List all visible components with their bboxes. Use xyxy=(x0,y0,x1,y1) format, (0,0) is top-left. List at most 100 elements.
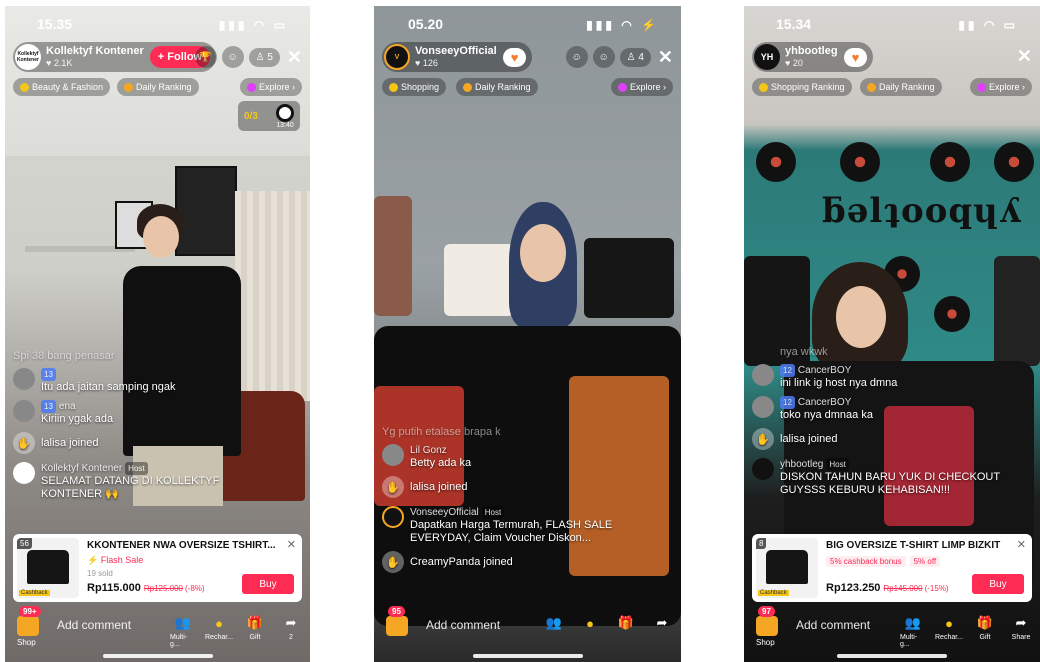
recharge-button[interactable]: ● xyxy=(577,614,603,634)
shop-bag-icon[interactable] xyxy=(17,616,39,636)
shop-bag-icon[interactable] xyxy=(756,616,778,636)
discount-percent: (-15%) xyxy=(924,584,949,593)
multi-guest-button[interactable]: 👥 xyxy=(541,614,567,634)
hanging-tshirt xyxy=(584,238,674,318)
chat-username[interactable]: Lil Gonz xyxy=(410,444,471,457)
fan-club-icon[interactable]: ♥ xyxy=(843,47,868,67)
wave-hand-icon[interactable]: ✋ xyxy=(382,476,404,498)
chat-username[interactable]: Kollektyf Kontener xyxy=(41,463,122,474)
close-icon[interactable]: ✕ xyxy=(287,47,302,68)
gift-button[interactable]: 🎁 Gift xyxy=(972,614,998,648)
chat-message: 12 CancerBOY toko nya dmnaa ka xyxy=(752,396,1000,422)
recharge-button[interactable]: ● Rechar... xyxy=(205,614,234,648)
chat-username[interactable]: CancerBOY xyxy=(798,397,851,408)
explore-pill[interactable]: Explore › xyxy=(239,78,302,96)
rank-icon[interactable]: 🏆 xyxy=(194,46,217,68)
pinned-product-card[interactable]: 8 Cashback BIG OVERSIZE T-SHIRT LIMP BIZ… xyxy=(752,534,1032,602)
host-card[interactable]: V VonseeyOfficial ♥ 126 ♥ xyxy=(382,42,533,72)
hanging-jacket xyxy=(994,256,1040,366)
wave-hand-icon[interactable]: ✋ xyxy=(752,428,774,450)
close-product-icon[interactable]: ✕ xyxy=(287,538,296,551)
daily-ranking-pill[interactable]: Daily Ranking xyxy=(456,78,538,96)
category-pill[interactable]: Beauty & Fashion xyxy=(13,78,111,96)
shopping-pill[interactable]: Shopping xyxy=(382,78,447,96)
chat-message-text: nya wkwk xyxy=(780,346,828,358)
chat-avatar[interactable] xyxy=(752,396,774,418)
action-label: 2 xyxy=(289,634,293,641)
close-icon[interactable]: ✕ xyxy=(658,47,673,68)
host-tag: Host xyxy=(125,462,148,475)
product-title[interactable]: BIG OVERSIZE T-SHIRT LIMP BIZKIT xyxy=(826,540,1028,551)
explore-pill[interactable]: Explore › xyxy=(969,78,1032,96)
viewer-count[interactable]: ♙ 5 xyxy=(248,47,280,67)
host-avatar[interactable]: V xyxy=(384,44,410,70)
share-button[interactable]: ➦ Share xyxy=(1008,614,1034,648)
daily-ranking-pill[interactable]: Daily Ranking xyxy=(860,78,942,96)
pinned-product-card[interactable]: 56 Cashback KKONTENER NWA OVERSIZE TSHIR… xyxy=(13,534,302,602)
multi-guest-button[interactable]: 👥 Multi-g... xyxy=(900,614,926,648)
top-gifter-avatar[interactable]: ☺ xyxy=(565,46,588,68)
host-card[interactable]: YH yhbootleg ♥ 20 ♥ xyxy=(752,42,874,72)
explore-pill[interactable]: Explore › xyxy=(610,78,673,96)
product-image[interactable]: 56 Cashback xyxy=(17,538,79,598)
comment-input[interactable]: Add comment xyxy=(796,618,870,632)
wave-hand-icon[interactable]: ✋ xyxy=(13,432,35,454)
wave-hand-icon[interactable]: ✋ xyxy=(382,551,404,573)
close-product-icon[interactable]: ✕ xyxy=(1017,538,1026,551)
host-card[interactable]: Kollektyf Kontener Kollektyf Kontener ♥ … xyxy=(13,42,217,72)
chat-avatar[interactable] xyxy=(13,368,35,390)
shop-label: Shop xyxy=(756,638,775,647)
host-avatar[interactable]: YH xyxy=(754,44,780,70)
chat-message-text: toko nya dmnaa ka xyxy=(780,409,873,421)
home-indicator xyxy=(837,654,947,658)
host-message: yhbootleg Host DISKON TAHUN BARU YUK DI C… xyxy=(752,458,1000,497)
gift-button[interactable]: 🎁 xyxy=(613,614,639,634)
fan-club-icon[interactable]: ♥ xyxy=(502,47,527,67)
home-indicator xyxy=(472,654,583,658)
shop-bag-icon[interactable] xyxy=(386,616,408,636)
level-badge: 12 xyxy=(780,396,795,409)
task-counter[interactable]: 0/3 13:40 xyxy=(238,101,300,131)
product-info: KKONTENER NWA OVERSIZE TSHIRT... ⚡ Flash… xyxy=(87,538,298,598)
chat-message: nya wkwk xyxy=(780,346,1000,358)
chat-username[interactable]: yhbootleg xyxy=(780,459,823,470)
gift-button[interactable]: 🎁 Gift xyxy=(242,614,268,648)
product-image[interactable]: 8 Cashback xyxy=(756,538,818,598)
pill-row: Beauty & Fashion Daily Ranking Explore › xyxy=(13,78,302,96)
chat-message: 13 Itu ada jaitan samping ngak xyxy=(13,368,270,394)
comment-input[interactable]: Add comment xyxy=(426,618,500,632)
original-price: Rp125.000 xyxy=(143,584,183,593)
action-label: Rechar... xyxy=(205,634,234,641)
product-title[interactable]: KKONTENER NWA OVERSIZE TSHIRT... xyxy=(87,540,298,551)
host-avatar[interactable]: Kollektyf Kontener xyxy=(15,44,41,70)
chat-username[interactable]: VonseeyOfficial xyxy=(410,507,479,518)
recharge-button[interactable]: ● Rechar... xyxy=(935,614,963,648)
viewer-count[interactable]: ♙ 4 xyxy=(619,47,651,67)
daily-ranking-pill[interactable]: Daily Ranking xyxy=(117,78,199,96)
share-button[interactable]: ➦ xyxy=(649,614,675,634)
chat-avatar[interactable] xyxy=(13,462,35,484)
share-button[interactable]: ➦ 2 xyxy=(278,614,304,648)
chat-username[interactable]: ena xyxy=(59,401,76,412)
chat-avatar[interactable] xyxy=(13,400,35,422)
chat-avatar[interactable] xyxy=(752,458,774,480)
top-gifter-avatar[interactable]: ☺ xyxy=(592,46,615,68)
share-icon: ➦ xyxy=(285,615,297,630)
buy-button[interactable]: Buy xyxy=(972,574,1024,594)
action-label: Multi-g... xyxy=(900,634,918,648)
host-likes: ♥ 20 xyxy=(785,58,803,68)
shopping-ranking-pill[interactable]: Shopping Ranking xyxy=(752,78,852,96)
buy-button[interactable]: Buy xyxy=(242,574,294,594)
top-right-controls: 🏆 ☺ ♙ 5 ✕ xyxy=(194,46,302,68)
chat-avatar[interactable] xyxy=(382,444,404,466)
comment-input[interactable]: Add comment xyxy=(57,618,131,632)
chat-avatar[interactable] xyxy=(752,364,774,386)
close-icon[interactable]: ✕ xyxy=(1017,46,1032,67)
hanging-shirt xyxy=(374,196,412,316)
pill-row: Shopping Ranking Daily Ranking Explore › xyxy=(752,78,1032,96)
chat-avatar[interactable] xyxy=(382,506,404,528)
home-indicator xyxy=(102,654,213,658)
chat-username[interactable]: CancerBOY xyxy=(798,365,851,376)
multi-guest-button[interactable]: 👥 Multi-g... xyxy=(170,614,196,648)
top-gifter-avatar[interactable]: ☺ xyxy=(221,46,244,68)
